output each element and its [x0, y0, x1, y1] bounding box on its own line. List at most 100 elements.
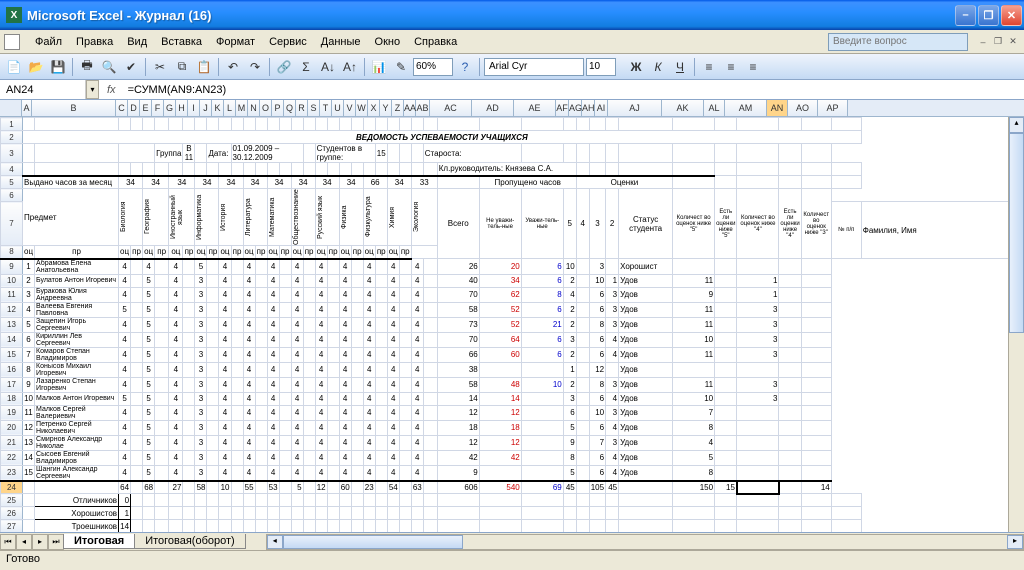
- cell[interactable]: [207, 317, 219, 332]
- cell[interactable]: 4: [411, 317, 423, 332]
- cell[interactable]: 4: [23, 302, 35, 317]
- cell[interactable]: 4: [267, 435, 279, 450]
- cell[interactable]: оц: [363, 246, 375, 259]
- cell[interactable]: [831, 507, 861, 520]
- cell[interactable]: 4: [219, 287, 231, 302]
- cell[interactable]: [267, 118, 279, 131]
- column-header[interactable]: AC: [430, 100, 472, 116]
- cell[interactable]: 6: [589, 420, 605, 435]
- cell[interactable]: 4: [243, 362, 255, 377]
- cell[interactable]: 5: [291, 481, 303, 494]
- cell[interactable]: 52: [479, 317, 521, 332]
- column-header[interactable]: AE: [514, 100, 556, 116]
- cell[interactable]: [327, 405, 339, 420]
- cell[interactable]: оц: [243, 246, 255, 259]
- fx-label[interactable]: fx: [99, 84, 124, 96]
- column-header[interactable]: Q: [284, 100, 296, 116]
- cell[interactable]: [279, 520, 291, 533]
- cell[interactable]: 4: [363, 405, 375, 420]
- cell[interactable]: [303, 420, 315, 435]
- cell[interactable]: 11: [673, 274, 715, 287]
- cell[interactable]: [327, 332, 339, 347]
- cell[interactable]: пр: [327, 246, 339, 259]
- cell[interactable]: Хорошист: [619, 259, 673, 275]
- cell[interactable]: [327, 317, 339, 332]
- cell[interactable]: [831, 163, 861, 176]
- cell[interactable]: [423, 507, 437, 520]
- cell[interactable]: [155, 274, 169, 287]
- cell[interactable]: [183, 520, 195, 533]
- cell[interactable]: [589, 163, 605, 176]
- cell[interactable]: [291, 520, 303, 533]
- cell[interactable]: [673, 362, 715, 377]
- cell[interactable]: [673, 259, 715, 275]
- cell[interactable]: 10: [563, 259, 576, 275]
- cell[interactable]: Дата:: [207, 144, 231, 163]
- cell[interactable]: Сысоев Евгений Владимиров: [35, 450, 119, 465]
- cell[interactable]: 60: [339, 481, 351, 494]
- cell[interactable]: [155, 481, 169, 494]
- cell[interactable]: [279, 481, 291, 494]
- cell[interactable]: 15: [715, 481, 737, 494]
- cell[interactable]: 4: [291, 392, 303, 405]
- cell[interactable]: [155, 317, 169, 332]
- cell[interactable]: [207, 494, 219, 507]
- cell[interactable]: 54: [387, 481, 399, 494]
- cell[interactable]: 4: [291, 317, 303, 332]
- cell[interactable]: 34: [339, 176, 363, 189]
- cell[interactable]: [606, 118, 619, 131]
- cell[interactable]: [801, 259, 831, 275]
- cell[interactable]: [231, 465, 243, 481]
- cell[interactable]: 4: [339, 347, 351, 362]
- cell[interactable]: [119, 163, 131, 176]
- cell[interactable]: 3: [195, 465, 207, 481]
- cell[interactable]: [375, 118, 387, 131]
- cell[interactable]: 4: [119, 465, 131, 481]
- cell[interactable]: [606, 362, 619, 377]
- cell[interactable]: Удов: [619, 287, 673, 302]
- cell[interactable]: [279, 163, 291, 176]
- cell[interactable]: 8: [563, 450, 576, 465]
- cell[interactable]: 4: [339, 362, 351, 377]
- cell[interactable]: [589, 494, 605, 507]
- cell[interactable]: [351, 302, 363, 317]
- cell[interactable]: [619, 494, 673, 507]
- menu-window[interactable]: Окно: [368, 33, 408, 51]
- cell[interactable]: 3: [606, 405, 619, 420]
- cell[interactable]: Шангин Александр Сергеевич: [35, 465, 119, 481]
- cell[interactable]: 0: [119, 494, 131, 507]
- cell[interactable]: [255, 259, 267, 275]
- cell[interactable]: [779, 287, 801, 302]
- cell[interactable]: [327, 274, 339, 287]
- cell[interactable]: 4: [315, 392, 327, 405]
- cell[interactable]: 4: [143, 259, 155, 275]
- cell[interactable]: [255, 405, 267, 420]
- cell[interactable]: 18: [479, 420, 521, 435]
- cell[interactable]: [399, 144, 411, 163]
- row-header[interactable]: 17: [1, 377, 23, 392]
- cell[interactable]: [801, 494, 831, 507]
- cell[interactable]: 4: [339, 259, 351, 275]
- cell[interactable]: [303, 520, 315, 533]
- cell[interactable]: 8: [673, 465, 715, 481]
- cell[interactable]: [423, 465, 437, 481]
- cell[interactable]: [119, 144, 155, 163]
- cell[interactable]: 4: [219, 317, 231, 332]
- menu-tools[interactable]: Сервис: [262, 33, 314, 51]
- cell[interactable]: 4: [339, 302, 351, 317]
- cell[interactable]: [437, 507, 479, 520]
- cell[interactable]: [231, 392, 243, 405]
- cell[interactable]: 34: [291, 176, 315, 189]
- cell[interactable]: [831, 118, 861, 131]
- bold-button[interactable]: Ж: [626, 57, 646, 77]
- formula-input[interactable]: =СУММ(AN9:AN23): [124, 84, 1024, 96]
- cell[interactable]: 10: [589, 274, 605, 287]
- cell[interactable]: 3: [195, 274, 207, 287]
- cell[interactable]: [606, 494, 619, 507]
- column-header[interactable]: AI: [595, 100, 608, 116]
- cell[interactable]: 4: [315, 347, 327, 362]
- cell[interactable]: [563, 494, 576, 507]
- zoom-input[interactable]: [413, 58, 453, 76]
- cell[interactable]: 12: [479, 405, 521, 420]
- cell[interactable]: [563, 144, 576, 163]
